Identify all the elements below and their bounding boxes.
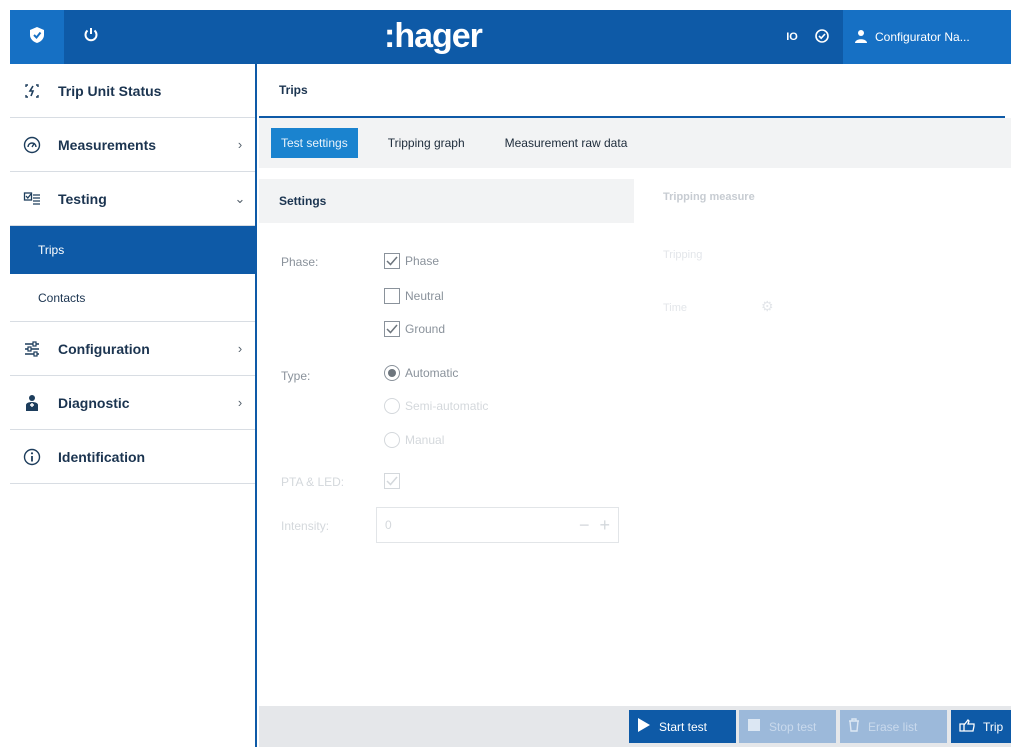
hand-pointer-icon (959, 718, 975, 735)
io-indicator[interactable]: IO (777, 10, 807, 64)
chevron-right-icon: › (237, 395, 243, 410)
action-bar: Start test Stop test Erase list Trip (259, 706, 1011, 747)
chevron-right-icon: › (237, 137, 243, 152)
tripping-ghost-label: Tripping (663, 249, 703, 261)
power-icon (83, 27, 99, 48)
radio-selected-icon (384, 365, 400, 381)
measurements-icon (22, 135, 42, 155)
chevron-down-icon: ⌄ (234, 190, 246, 206)
radio-label: Manual (405, 433, 445, 447)
chevron-right-icon: › (237, 341, 243, 356)
plus-icon[interactable]: + (599, 515, 610, 536)
stop-icon (747, 718, 761, 735)
trip-button[interactable]: Trip (951, 710, 1011, 743)
checkbox-checked-icon (384, 253, 400, 269)
diagnostic-icon (22, 393, 42, 413)
sidebar-item-diagnostic[interactable]: Diagnostic › (10, 376, 255, 430)
button-label: Stop test (769, 719, 817, 734)
sidebar-item-label: Measurements (58, 136, 157, 153)
sidebar-item-label: Testing (58, 190, 107, 207)
user-name: Configurator Na... (875, 30, 970, 44)
top-bar: :hager IO Configurator Na... (10, 10, 1011, 64)
button-label: Trip (983, 719, 1004, 734)
sidebar-item-configuration[interactable]: Configuration › (10, 322, 255, 376)
check-circle-icon (815, 28, 829, 46)
erase-list-button[interactable]: Erase list (840, 710, 947, 743)
sidebar: Trip Unit Status Measurements › Testing … (10, 64, 257, 747)
button-label: Start test (659, 719, 708, 734)
trip-unit-status-icon (22, 81, 42, 101)
phase-checkbox[interactable]: Phase (384, 253, 439, 269)
shield-icon (28, 26, 46, 49)
user-icon (855, 29, 867, 46)
identification-icon (22, 447, 42, 467)
sidebar-item-label: Configuration (58, 340, 150, 357)
checkbox-checked-icon (384, 321, 400, 337)
intensity-label: Intensity: (281, 519, 330, 533)
status-check-button[interactable] (807, 10, 837, 64)
sidebar-item-measurements[interactable]: Measurements › (10, 118, 255, 172)
settings-section-title: Settings (259, 179, 634, 223)
pta-led-checkbox[interactable] (384, 473, 400, 489)
page-title: Trips (259, 64, 1005, 118)
manual-radio[interactable]: Manual (384, 432, 444, 448)
tab-tripping-graph[interactable]: Tripping graph (378, 128, 475, 158)
sidebar-subitem-contacts[interactable]: Contacts (10, 274, 255, 322)
tab-test-settings[interactable]: Test settings (271, 128, 358, 158)
tab-measurement-raw-data[interactable]: Measurement raw data (495, 128, 638, 158)
sidebar-item-testing[interactable]: Testing ⌄ (10, 172, 255, 226)
checkbox-label: Phase (405, 254, 440, 268)
configuration-icon (22, 339, 42, 359)
main-content: Trips Test settings Tripping graph Measu… (259, 64, 1011, 747)
sidebar-item-label: Trip Unit Status (58, 82, 162, 99)
user-menu[interactable]: Configurator Na... (843, 10, 1011, 64)
checkbox-checked-icon (384, 473, 400, 489)
minus-icon[interactable]: − (579, 515, 590, 536)
intensity-stepper[interactable]: 0 − + (376, 507, 619, 543)
start-test-button[interactable]: Start test (629, 710, 736, 743)
semi-automatic-radio[interactable]: Semi-automatic (384, 398, 488, 414)
intensity-value: 0 (385, 518, 392, 532)
radio-label: Automatic (405, 366, 459, 380)
checkbox-label: Neutral (405, 289, 444, 303)
checkbox-unchecked-icon (384, 288, 400, 304)
radio-label: Semi-automatic (405, 399, 489, 413)
pta-led-label: PTA & LED: (281, 475, 345, 489)
radio-unselected-icon (384, 398, 400, 414)
trash-icon (848, 718, 860, 735)
phase-label: Phase: (281, 255, 319, 269)
power-button[interactable] (64, 10, 118, 64)
checkbox-label: Ground (405, 322, 446, 336)
radio-unselected-icon (384, 432, 400, 448)
testing-icon (22, 189, 42, 209)
settings-gear-icon: ⚙ (761, 298, 774, 314)
tripping-measure-title: Tripping measure (663, 191, 755, 203)
button-label: Erase list (868, 719, 918, 734)
time-ghost-label: Time (663, 302, 688, 314)
tab-bar: Test settings Tripping graph Measurement… (259, 118, 1011, 168)
sidebar-item-identification[interactable]: Identification (10, 430, 255, 484)
type-label: Type: (281, 369, 311, 383)
home-button[interactable] (10, 10, 64, 64)
sidebar-subitem-trips[interactable]: Trips (10, 226, 255, 274)
neutral-checkbox[interactable]: Neutral (384, 288, 444, 304)
hager-logo: :hager (384, 17, 483, 55)
sidebar-item-label: Diagnostic (58, 394, 130, 411)
play-icon (637, 717, 651, 736)
sidebar-item-label: Identification (58, 448, 146, 465)
ground-checkbox[interactable]: Ground (384, 321, 445, 337)
stop-test-button[interactable]: Stop test (739, 710, 836, 743)
sidebar-item-trip-unit-status[interactable]: Trip Unit Status (10, 64, 255, 118)
automatic-radio[interactable]: Automatic (384, 365, 458, 381)
